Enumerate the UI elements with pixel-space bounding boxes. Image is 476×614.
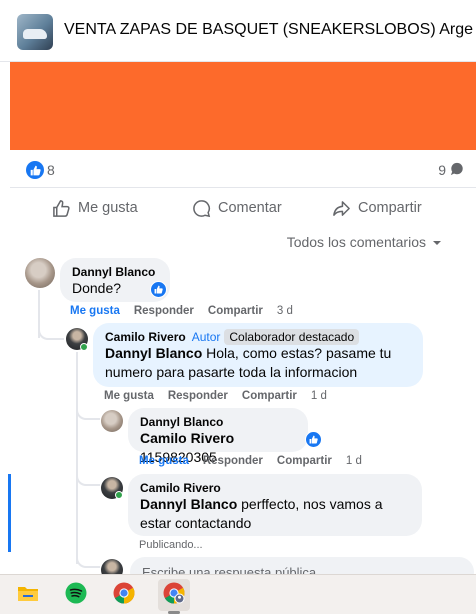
comment-icon — [192, 199, 211, 218]
comment-text-row: Dannyl Blanco Hola, como estas? pasame t… — [105, 344, 411, 382]
thumbs-up-icon — [52, 199, 71, 218]
post-actions: Me gusta Comentar Compartir — [10, 188, 476, 228]
chrome-profile-icon — [163, 582, 185, 609]
caret-down-icon — [432, 234, 442, 250]
post-image[interactable] — [10, 62, 476, 150]
comment-bubble: Camilo Rivero Dannyl Blanco perffecto, n… — [128, 474, 422, 536]
thread-connector — [38, 320, 64, 340]
comment-time[interactable]: 1 d — [346, 455, 362, 467]
thread-line — [76, 352, 78, 564]
os-taskbar — [0, 574, 476, 614]
thread-connector — [76, 466, 100, 486]
comment-bubble: Camilo Rivero Autor Colaborador destacado … — [93, 323, 423, 387]
comments-count[interactable]: 9 — [438, 162, 446, 178]
chrome-icon — [113, 582, 135, 609]
comment-share-button[interactable]: Compartir — [277, 455, 332, 467]
online-status-dot — [115, 491, 123, 499]
mention-link[interactable]: Dannyl Blanco — [105, 345, 202, 361]
comment-share-button[interactable]: Compartir — [208, 305, 263, 317]
author-badge: Autor — [191, 330, 221, 344]
share-icon — [332, 199, 351, 218]
mention-link[interactable]: Camilo Rivero — [140, 430, 234, 446]
comments-sort-dropdown[interactable]: Todos los comentarios — [287, 234, 442, 250]
chrome-taskbar-button[interactable] — [108, 579, 140, 611]
share-button-label: Compartir — [358, 200, 422, 216]
file-explorer-taskbar-button[interactable] — [12, 579, 44, 611]
comment-bubble: Dannyl Blanco Camilo Rivero 1159820305 — [128, 408, 308, 465]
comment-actions: Me gusta Responder Compartir 3 d — [70, 305, 293, 317]
reactions-summary: 8 9 — [10, 150, 476, 188]
comment-button[interactable]: Comentar — [192, 196, 282, 220]
thread-connector — [76, 548, 100, 568]
comment-time[interactable]: 3 d — [277, 305, 293, 317]
publishing-status: Publicando... — [139, 539, 203, 551]
top-contributor-badge[interactable]: Colaborador destacado — [224, 329, 360, 345]
avatar[interactable] — [101, 410, 123, 432]
comment-reply-button[interactable]: Responder — [203, 455, 263, 467]
share-button[interactable]: Compartir — [332, 196, 422, 220]
avatar[interactable] — [25, 258, 55, 288]
comment-text-row: Dannyl Blanco perffecto, nos vamos a est… — [140, 495, 410, 533]
sort-label: Todos los comentarios — [286, 234, 426, 250]
comment-author[interactable]: Camilo Rivero — [105, 330, 186, 344]
comment-author-row: Camilo Rivero Autor Colaborador destacado — [105, 329, 411, 345]
chrome-profile-taskbar-button[interactable] — [158, 579, 190, 614]
comment-author[interactable]: Dannyl Blanco — [72, 265, 158, 279]
post-header: VENTA ZAPAS DE BASQUET (SNEAKERSLOBOS) A… — [0, 0, 476, 62]
comment-like-button[interactable]: Me gusta — [70, 305, 120, 317]
comment-button-label: Comentar — [218, 200, 282, 216]
comment-like-icon[interactable] — [305, 431, 322, 448]
comment-time[interactable]: 1 d — [311, 390, 327, 402]
folder-icon — [17, 584, 39, 607]
group-title[interactable]: VENTA ZAPAS DE BASQUET (SNEAKERSLOBOS) A… — [64, 21, 474, 39]
focus-indicator — [8, 474, 11, 552]
spotify-taskbar-button[interactable] — [60, 579, 92, 611]
spotify-icon — [65, 582, 87, 609]
comment-actions: Me gusta Responder Compartir 1 d — [104, 390, 327, 402]
like-button[interactable]: Me gusta — [52, 196, 138, 220]
comment-bubble-icon — [450, 162, 464, 181]
like-button-label: Me gusta — [78, 200, 138, 216]
comment-share-button[interactable]: Compartir — [242, 390, 297, 402]
comment-reply-button[interactable]: Responder — [134, 305, 194, 317]
comment-like-button[interactable]: Me gusta — [104, 390, 154, 402]
comment-text: Donde? — [72, 280, 122, 296]
mention-link[interactable]: Dannyl Blanco — [140, 496, 237, 512]
comment-author[interactable]: Camilo Rivero — [140, 481, 410, 495]
likes-count[interactable]: 8 — [47, 162, 55, 178]
comment-actions: Me gusta Responder Compartir 1 d — [139, 455, 362, 467]
comment-author[interactable]: Dannyl Blanco — [140, 415, 296, 429]
like-reaction-icon[interactable] — [26, 161, 44, 179]
comment-reply-button[interactable]: Responder — [168, 390, 228, 402]
thread-connector — [76, 400, 100, 420]
comment-like-button[interactable]: Me gusta — [139, 455, 189, 467]
facebook-post-page: VENTA ZAPAS DE BASQUET (SNEAKERSLOBOS) A… — [0, 0, 476, 614]
group-thumbnail[interactable] — [17, 14, 53, 50]
online-status-dot — [80, 343, 88, 351]
comment-like-icon[interactable] — [150, 281, 167, 298]
